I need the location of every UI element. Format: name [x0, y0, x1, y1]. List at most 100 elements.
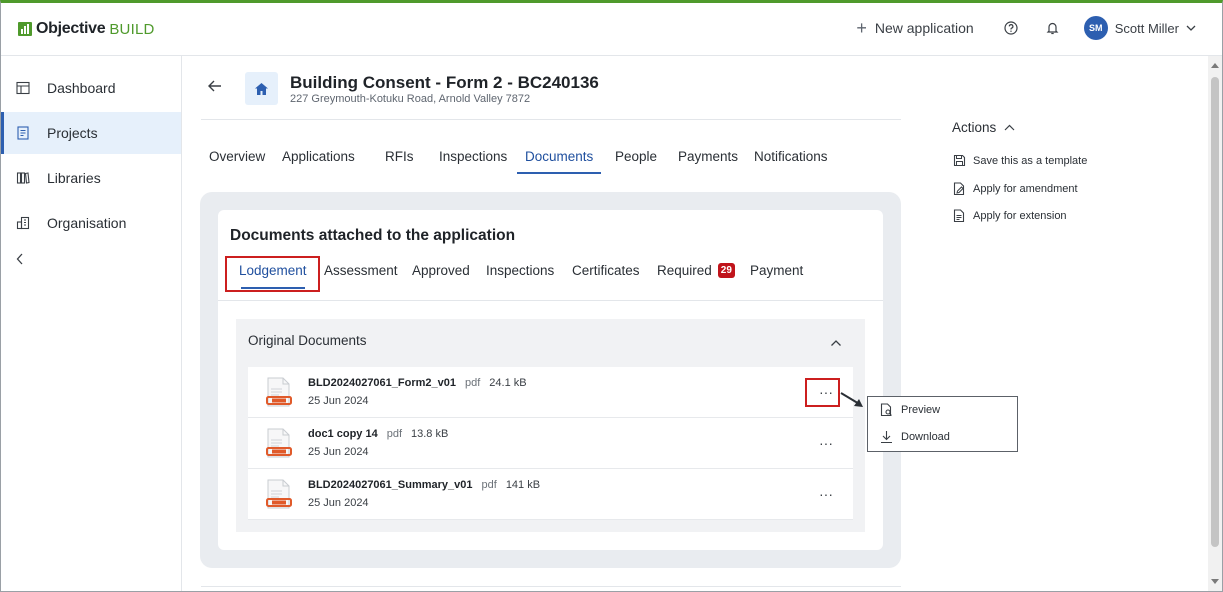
chevron-left-icon — [16, 253, 23, 265]
document-name[interactable]: BLD2024027061_Form2_v01 pdf 24.1 kB — [308, 377, 527, 389]
sidebar-item-label: Organisation — [47, 215, 127, 231]
arrow-left-icon — [208, 80, 221, 92]
divider — [201, 586, 901, 587]
top-bar: Objective BUILD + New application SM Sco… — [1, 3, 1222, 56]
preview-icon — [880, 403, 892, 417]
page-title: Building Consent - Form 2 - BC240136 — [290, 73, 599, 92]
document-icon — [953, 209, 965, 223]
document-size: 13.8 kB — [411, 428, 449, 440]
home-icon-tile — [245, 72, 278, 105]
chevron-up-icon — [1004, 124, 1015, 131]
actions-toggle[interactable]: Actions — [952, 120, 1015, 135]
help-button[interactable] — [1000, 17, 1022, 39]
tab-rfis[interactable]: RFIs — [385, 143, 414, 174]
subtab-required[interactable]: Required 29 — [657, 257, 735, 285]
annotation-arrow-icon — [840, 392, 863, 407]
plus-icon: + — [856, 18, 867, 38]
subtab-inspections[interactable]: Inspections — [486, 257, 554, 285]
tab-inspections[interactable]: Inspections — [439, 143, 507, 174]
notifications-button[interactable] — [1042, 17, 1064, 39]
subtab-assessment[interactable]: Assessment — [324, 257, 398, 285]
pdf-file-icon — [266, 428, 292, 458]
chevron-down-icon — [1186, 25, 1196, 31]
subtab-label: Required — [657, 263, 712, 278]
document-date: 25 Jun 2024 — [308, 395, 369, 407]
action-label: Apply for extension — [973, 210, 1067, 222]
document-context-menu: Preview Download — [867, 396, 1018, 452]
action-apply-amendment[interactable]: Apply for amendment — [953, 182, 1078, 196]
save-icon — [953, 154, 966, 167]
sidebar-item-organisation[interactable]: Organisation — [1, 202, 181, 244]
action-label: Apply for amendment — [973, 183, 1078, 195]
tab-notifications[interactable]: Notifications — [754, 143, 828, 174]
user-menu[interactable]: SM Scott Miller — [1083, 16, 1196, 40]
sidebar-collapse-button[interactable] — [16, 252, 24, 270]
more-options-button[interactable]: ··· — [811, 431, 841, 455]
document-date: 25 Jun 2024 — [308, 497, 369, 509]
bell-icon — [1046, 22, 1059, 35]
scroll-down-arrow-icon[interactable] — [1211, 579, 1219, 584]
sidebar-item-libraries[interactable]: Libraries — [1, 157, 181, 199]
menu-item-label: Preview — [901, 404, 941, 416]
projects-icon — [17, 126, 29, 140]
new-application-label: New application — [874, 20, 974, 36]
subtab-certificates[interactable]: Certificates — [572, 257, 640, 285]
question-circle-icon — [1004, 21, 1018, 35]
section-collapse-button[interactable] — [830, 334, 842, 352]
pdf-file-icon — [266, 377, 292, 407]
tab-people[interactable]: People — [615, 143, 657, 174]
download-icon — [881, 431, 892, 444]
document-size: 24.1 kB — [489, 377, 527, 389]
document-type: pdf — [481, 479, 497, 491]
sidebar: Dashboard Projects Libraries Organisatio… — [1, 56, 182, 591]
document-date: 25 Jun 2024 — [308, 446, 369, 458]
brand-logo[interactable]: Objective BUILD — [18, 20, 155, 38]
document-name[interactable]: doc1 copy 14 pdf 13.8 kB — [308, 428, 448, 440]
document-size: 141 kB — [505, 479, 541, 491]
user-name: Scott Miller — [1114, 20, 1179, 36]
app-window: Objective BUILD + New application SM Sco… — [0, 0, 1223, 592]
divider — [201, 119, 901, 120]
header-actions: + New application SM Scott Miller — [856, 16, 1196, 40]
sidebar-item-label: Dashboard — [47, 80, 116, 96]
menu-item-label: Download — [901, 431, 950, 443]
subtab-approved[interactable]: Approved — [412, 257, 470, 285]
edit-document-icon — [953, 182, 965, 196]
brand-name-bold: Objective — [36, 20, 106, 37]
section-title: Original Documents — [248, 333, 367, 348]
subtab-payment[interactable]: Payment — [750, 257, 803, 285]
brand-name-light: BUILD — [109, 20, 155, 38]
document-row[interactable]: BLD2024027061_Summary_v01 pdf 141 kB 25 Ju… — [248, 469, 853, 520]
required-count-badge: 29 — [717, 263, 735, 278]
home-icon — [255, 82, 268, 95]
action-apply-extension[interactable]: Apply for extension — [953, 209, 1067, 223]
more-options-button[interactable]: ··· — [811, 482, 841, 506]
logo-mark-icon — [18, 22, 32, 36]
vertical-scrollbar[interactable] — [1208, 56, 1222, 591]
sidebar-item-label: Libraries — [47, 170, 101, 186]
document-name[interactable]: BLD2024027061_Summary_v01 pdf 141 kB — [308, 479, 540, 491]
avatar: SM — [1083, 16, 1108, 40]
tab-overview[interactable]: Overview — [209, 143, 265, 174]
menu-item-download[interactable]: Download — [880, 430, 950, 444]
scroll-up-arrow-icon[interactable] — [1211, 63, 1219, 68]
action-save-template[interactable]: Save this as a template — [953, 154, 1087, 167]
tab-documents[interactable]: Documents — [517, 143, 602, 174]
scrollbar-thumb[interactable] — [1211, 77, 1219, 547]
sidebar-item-label: Projects — [47, 125, 98, 141]
sidebar-item-dashboard[interactable]: Dashboard — [1, 67, 181, 109]
dashboard-icon — [16, 81, 30, 95]
sidebar-item-projects[interactable]: Projects — [1, 112, 181, 154]
document-row[interactable]: BLD2024027061_Form2_v01 pdf 24.1 kB 25 Jun… — [248, 367, 853, 418]
pdf-file-icon — [266, 479, 292, 509]
tab-payments[interactable]: Payments — [678, 143, 738, 174]
action-label: Save this as a template — [973, 154, 1088, 167]
menu-item-preview[interactable]: Preview — [880, 403, 940, 417]
tab-applications[interactable]: Applications — [282, 143, 355, 174]
documents-panel-title: Documents attached to the application — [230, 227, 516, 244]
document-type: pdf — [465, 377, 481, 389]
annotation-highlight-box — [805, 378, 840, 407]
document-row[interactable]: doc1 copy 14 pdf 13.8 kB 25 Jun 2024 ··· — [248, 418, 853, 469]
back-button[interactable] — [207, 79, 223, 98]
new-application-button[interactable]: + New application — [856, 19, 973, 37]
